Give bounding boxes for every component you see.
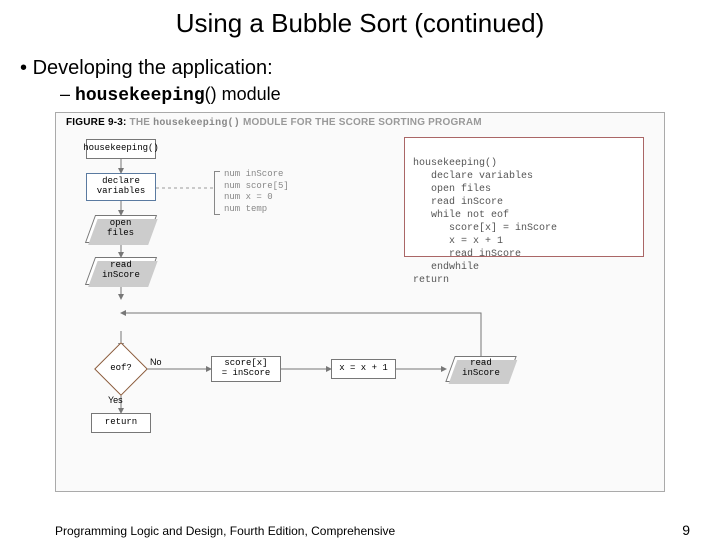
flow-read1: read inScore — [85, 257, 157, 285]
bullet-level1: Developing the application: — [20, 57, 720, 80]
vars-list: num inScore num score[5] num x = 0 num t… — [224, 169, 289, 216]
slide-title: Using a Bubble Sort (continued) — [0, 8, 720, 39]
figure-caption: FIGURE 9-3: THE housekeeping() MODULE FO… — [66, 117, 482, 129]
flow-start: housekeeping() — [86, 139, 156, 159]
vars-bracket — [214, 171, 220, 215]
flow-eof: eof? — [102, 350, 140, 388]
caption-tail: MODULE FOR THE SCORE SORTING PROGRAM — [243, 117, 482, 128]
pseudo-l8: read inScore — [413, 249, 521, 260]
flow-open: open files — [85, 215, 157, 243]
pseudo-l2: declare variables — [413, 171, 533, 182]
module-suffix: () module — [205, 84, 281, 104]
pseudo-l7: x = x + 1 — [413, 236, 503, 247]
eof-no-label: No — [150, 357, 162, 367]
pseudo-l10: return — [413, 275, 449, 286]
flow-read2: read inScore — [445, 356, 516, 382]
flow-assign: score[x] = inScore — [211, 356, 281, 382]
var-x: num x = 0 — [224, 192, 289, 204]
bullet-level2: housekeeping() module — [60, 84, 720, 106]
flow-increment: x = x + 1 — [331, 359, 396, 379]
footer-text: Programming Logic and Design, Fourth Edi… — [55, 524, 395, 538]
module-name: housekeeping — [75, 86, 205, 106]
caption-mid: THE — [130, 117, 151, 128]
pseudo-l6: score[x] = inScore — [413, 223, 557, 234]
flow-declare: declare variables — [86, 173, 156, 201]
var-inscore: num inScore — [224, 169, 289, 181]
pseudo-l3: open files — [413, 184, 491, 195]
var-score-array: num score[5] — [224, 181, 289, 193]
flow-return: return — [91, 413, 151, 433]
eof-yes-label: Yes — [108, 395, 123, 405]
pseudo-l1: housekeeping() — [413, 158, 497, 169]
pseudo-l5: while not eof — [413, 210, 509, 221]
pseudocode-box: housekeeping() declare variables open fi… — [404, 137, 644, 257]
pseudo-l4: read inScore — [413, 197, 503, 208]
page-number: 9 — [682, 522, 690, 538]
figure-9-3: FIGURE 9-3: THE housekeeping() MODULE FO… — [55, 112, 665, 492]
pseudo-l9: endwhile — [413, 262, 479, 273]
var-temp: num temp — [224, 204, 289, 216]
caption-prefix: FIGURE 9-3: — [66, 117, 127, 128]
caption-mono: housekeeping() — [153, 118, 240, 129]
